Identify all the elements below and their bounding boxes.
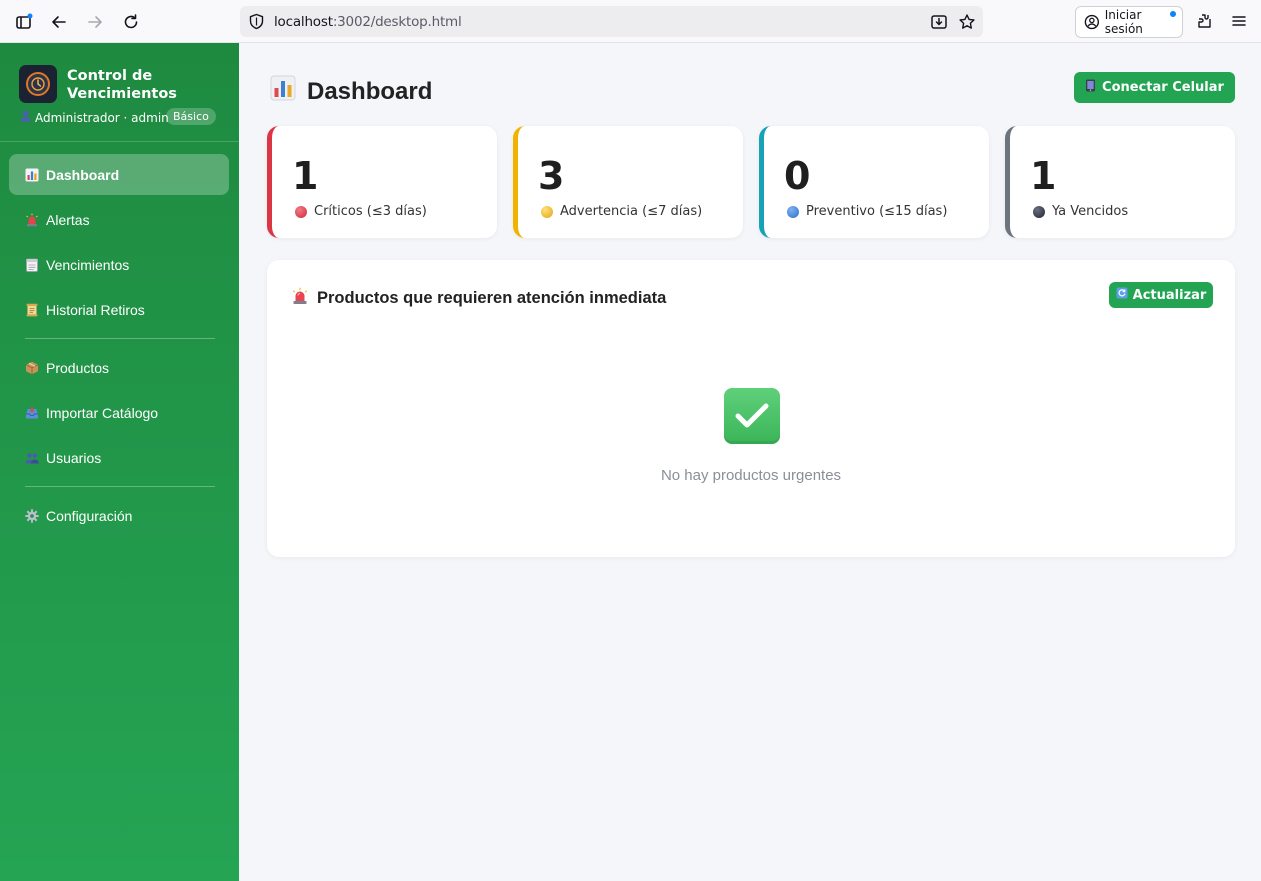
sidebar-item-dashboard[interactable]: Dashboard <box>9 154 229 195</box>
browser-toolbar: localhost:3002/desktop.html Iniciar sesi… <box>0 0 1261 43</box>
panel-title: Productos que requieren atención inmedia… <box>291 287 666 310</box>
stat-label: Críticos (≤3 días) <box>295 204 427 219</box>
url-path: :3002/desktop.html <box>332 14 462 30</box>
extensions-icon[interactable] <box>1193 10 1215 32</box>
blue-circle-icon <box>787 205 799 218</box>
sidebar-item-label: Historial Retiros <box>46 301 145 318</box>
sidebar-item-configuracion[interactable]: Configuración <box>9 495 229 536</box>
connect-phone-button[interactable]: Conectar Celular <box>1074 72 1235 103</box>
user-info: Administrador · admin <box>20 110 169 125</box>
stat-value: 1 <box>1030 154 1057 198</box>
refresh-label: Actualizar <box>1132 287 1207 303</box>
stat-card-criticos: 1 Críticos (≤3 días) <box>267 126 497 238</box>
sidebar-item-importar-catalogo[interactable]: Importar Catálogo <box>9 392 229 433</box>
yellow-circle-icon <box>541 205 553 218</box>
stat-value: 3 <box>538 154 565 198</box>
stat-card-advertencia: 3 Advertencia (≤7 días) <box>513 126 743 238</box>
page-title-text: Dashboard <box>307 77 433 105</box>
signin-button[interactable]: Iniciar sesión <box>1075 6 1183 38</box>
menu-divider <box>25 486 215 487</box>
urgent-products-panel: Productos que requieren atención inmedia… <box>267 260 1235 557</box>
sidebar-item-historial-retiros[interactable]: Historial Retiros <box>9 289 229 330</box>
download-icon[interactable] <box>929 12 949 32</box>
bar-chart-icon <box>25 168 39 182</box>
sidebar-item-label: Alertas <box>46 211 90 228</box>
gear-icon <box>25 508 39 523</box>
account-icon <box>1084 14 1100 30</box>
url-host: localhost <box>274 14 333 30</box>
users-icon <box>25 451 39 465</box>
plan-badge: Básico <box>166 108 216 125</box>
app-logo-icon <box>19 65 57 103</box>
refresh-icon <box>1116 287 1128 303</box>
sidebar: Control de Vencimientos Administrador · … <box>0 43 239 881</box>
stat-label: Advertencia (≤7 días) <box>541 204 702 219</box>
app-title: Control de Vencimientos <box>67 68 177 102</box>
sidebar-toggle-icon[interactable] <box>11 9 37 35</box>
stat-label: Preventivo (≤15 días) <box>787 204 947 219</box>
stat-card-preventivo: 0 Preventivo (≤15 días) <box>759 126 989 238</box>
sidebar-item-label: Vencimientos <box>46 256 130 273</box>
notification-dot <box>1170 11 1176 17</box>
sidebar-item-vencimientos[interactable]: Vencimientos <box>9 244 229 285</box>
panel-title-text: Productos que requieren atención inmedia… <box>317 289 667 307</box>
forward-icon[interactable] <box>82 9 108 35</box>
scroll-icon <box>25 303 39 317</box>
sidebar-item-label: Configuración <box>46 507 133 524</box>
inbox-tray-icon <box>25 406 39 420</box>
sidebar-item-alertas[interactable]: Alertas <box>9 199 229 240</box>
url-text[interactable]: localhost:3002/desktop.html <box>274 14 462 30</box>
address-bar[interactable]: localhost:3002/desktop.html <box>240 6 983 37</box>
check-mark-icon <box>724 388 780 444</box>
black-circle-icon <box>1033 205 1045 218</box>
user-icon <box>20 110 31 125</box>
bookmark-star-icon[interactable] <box>957 12 977 32</box>
stat-value: 1 <box>292 154 319 198</box>
siren-icon <box>291 287 309 310</box>
siren-icon <box>25 213 39 227</box>
reload-icon[interactable] <box>118 9 144 35</box>
stat-label-text: Preventivo (≤15 días) <box>806 204 948 219</box>
shield-icon[interactable] <box>248 13 265 30</box>
sidebar-item-label: Productos <box>46 359 110 376</box>
sidebar-item-usuarios[interactable]: Usuarios <box>9 437 229 478</box>
refresh-button[interactable]: Actualizar <box>1109 282 1213 308</box>
red-circle-icon <box>295 205 307 218</box>
calendar-icon <box>25 258 39 272</box>
user-line-text: Administrador · admin <box>35 110 169 125</box>
bar-chart-icon <box>270 75 296 108</box>
page-title: Dashboard <box>270 75 432 108</box>
stat-label-text: Críticos (≤3 días) <box>314 204 427 219</box>
sidebar-item-label: Importar Catálogo <box>46 404 159 421</box>
back-icon[interactable] <box>46 9 72 35</box>
sidebar-item-label: Dashboard <box>46 166 120 183</box>
stat-value: 0 <box>784 154 811 198</box>
mobile-phone-icon <box>1085 79 1096 96</box>
stat-label-text: Ya Vencidos <box>1052 204 1129 219</box>
sidebar-divider <box>0 141 239 142</box>
connect-phone-label: Conectar Celular <box>1102 80 1224 95</box>
stat-label: Ya Vencidos <box>1033 204 1128 219</box>
stat-label-text: Advertencia (≤7 días) <box>560 204 703 219</box>
stat-card-vencidos: 1 Ya Vencidos <box>1005 126 1235 238</box>
empty-state-message: No hay productos urgentes <box>660 467 842 484</box>
hamburger-menu-icon[interactable] <box>1228 10 1250 32</box>
sidebar-item-productos[interactable]: Productos <box>9 347 229 388</box>
sidebar-item-label: Usuarios <box>46 449 102 466</box>
package-icon <box>25 361 39 375</box>
menu-divider <box>25 338 215 339</box>
